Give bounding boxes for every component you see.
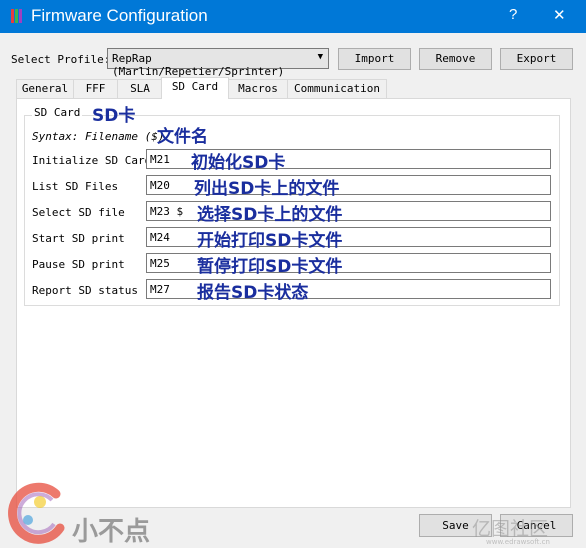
profile-select[interactable]: RepRap (Marlin/Repetier/Sprinter) ▼ xyxy=(107,48,329,78)
remove-button[interactable]: Remove xyxy=(419,48,492,70)
syntax-hint: Syntax: Filename ($) xyxy=(32,130,165,143)
row-annotation: 初始化SD卡 xyxy=(191,153,286,173)
close-button[interactable]: ✕ xyxy=(553,6,566,24)
group-title: SD Card xyxy=(32,106,83,119)
row-annotation: 报告SD卡状态 xyxy=(197,283,309,303)
import-button[interactable]: Import xyxy=(338,48,411,70)
report-sd-status-label: Report SD status xyxy=(32,284,138,297)
window-title: Firmware Configuration xyxy=(31,6,208,25)
field-value: M23 $ xyxy=(150,205,184,218)
field-value: M21 xyxy=(150,153,170,166)
list-sd-files-label: List SD Files xyxy=(32,180,119,193)
export-button[interactable]: Export xyxy=(500,48,573,70)
tab-macros[interactable]: Macros xyxy=(228,79,288,98)
profile-label: Select Profile: xyxy=(11,53,111,66)
logo-icon xyxy=(8,482,65,544)
syntax-annotation: 文件名 xyxy=(157,127,208,147)
title-bar: Firmware Configuration ? ✕ xyxy=(0,0,586,33)
tab-sla[interactable]: SLA xyxy=(117,79,163,98)
pause-sd-print-label: Pause SD print xyxy=(32,258,125,271)
tab-general[interactable]: General xyxy=(16,79,74,98)
initialize-sd-label: Initialize SD Card xyxy=(32,154,152,167)
tab-sd-card[interactable]: SD Card xyxy=(161,77,229,99)
field-value: M20 xyxy=(150,179,170,192)
row-annotation: 暂停打印SD卡文件 xyxy=(197,257,343,277)
select-sd-file-label: Select SD file xyxy=(32,206,125,219)
help-button[interactable]: ? xyxy=(509,6,517,23)
profile-select-value: RepRap (Marlin/Repetier/Sprinter) xyxy=(112,52,285,78)
row-annotation: 列出SD卡上的文件 xyxy=(194,179,340,199)
field-value: M24 xyxy=(150,231,170,244)
watermark-url: www.edrawsoft.cn xyxy=(486,538,550,546)
field-value: M25 xyxy=(150,257,170,270)
row-annotation: 开始打印SD卡文件 xyxy=(197,231,343,251)
start-sd-print-label: Start SD print xyxy=(32,232,125,245)
row-annotation: 选择SD卡上的文件 xyxy=(197,205,343,225)
logo-text: 小不点 xyxy=(72,517,151,547)
app-icon xyxy=(11,9,25,23)
watermark-text: 亿图社区 xyxy=(472,518,549,540)
field-value: M27 xyxy=(150,283,170,296)
tab-communication[interactable]: Communication xyxy=(287,79,387,98)
chevron-down-icon: ▼ xyxy=(317,52,323,62)
group-annotation: SD卡 xyxy=(92,106,136,126)
tab-fff[interactable]: FFF xyxy=(73,79,118,98)
